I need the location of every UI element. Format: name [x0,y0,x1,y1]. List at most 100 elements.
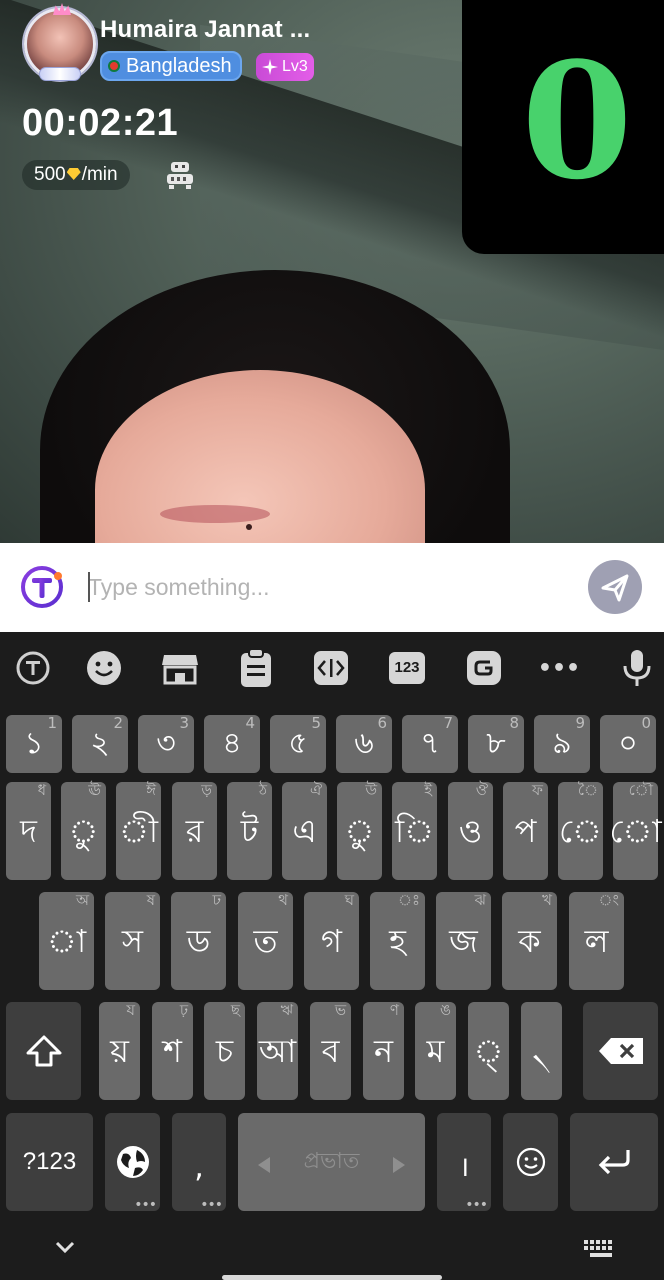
home-indicator[interactable] [222,1275,442,1280]
key-row1-9[interactable]: পফ [503,782,548,880]
key-row2-3[interactable]: তথ [238,892,293,990]
key-alt-label: ৌ [628,781,653,799]
key-row3-1[interactable]: শ ঢ় [152,1002,193,1100]
key-alt-label: ফ [532,781,543,799]
key-row1-1[interactable]: ু ঊ [61,782,106,880]
key-number_row-6[interactable]: ৭7 [402,715,458,773]
key-row2-7[interactable]: কখ [502,892,557,990]
avatar[interactable] [24,3,96,81]
key-number_row-3[interactable]: ৪4 [204,715,260,773]
translate-logo-icon[interactable] [18,563,66,611]
key-number_row-9[interactable]: ০0 [600,715,656,773]
comma-key[interactable]: , ••• [172,1113,226,1212]
key-row3-5[interactable]: নণ [363,1002,404,1100]
language-key[interactable]: ••• [105,1113,160,1212]
key-more-indicator: ••• [465,1197,488,1213]
key-row3-4[interactable]: বভ [310,1002,351,1100]
key-alt-label: ঝ [474,891,486,909]
key-number_row-1[interactable]: ২2 [72,715,128,773]
chevron-down-icon[interactable] [52,1234,78,1260]
key-row1-6[interactable]: ু উ [337,782,382,880]
key-label: ্ [473,1032,504,1070]
symbols-key[interactable]: ?123 [6,1113,93,1211]
key-row2-1[interactable]: সষ [105,892,160,990]
key-label: ে [559,812,602,850]
key-row3-7[interactable]: ্ [468,1002,509,1100]
key-number_row-4[interactable]: ৫5 [270,715,326,773]
emoji-key[interactable] [503,1113,558,1211]
shift-icon [26,1035,61,1067]
key-row1-0[interactable]: দধ [6,782,51,880]
space-key-label: প্রভাত [303,1148,360,1174]
danda-key[interactable]: । ••• [437,1113,491,1213]
key-label: ৭ [420,726,440,761]
self-preview[interactable]: 0 [462,0,664,254]
cursor-right-icon [393,1157,405,1173]
key-label: া [46,922,87,960]
key-row1-7[interactable]: ি ই [392,782,437,880]
mic-icon[interactable] [615,646,659,690]
key-row3-8[interactable]: ৲ [521,1002,562,1100]
call-rate: 500/min [22,160,130,190]
store-icon[interactable] [158,646,202,690]
key-row3-2[interactable]: চছ [204,1002,245,1100]
message-input[interactable] [88,567,558,607]
sparkle-icon [262,59,278,75]
key-number_row-7[interactable]: ৮8 [468,715,524,773]
key-alt-label: ঃ [397,891,420,909]
shift-key[interactable] [6,1002,81,1100]
key-row3-6[interactable]: মঙ [415,1002,456,1100]
key-row1-5[interactable]: এঐ [282,782,327,880]
key-row2-4[interactable]: গঘ [304,892,359,990]
key-row1-3[interactable]: র ড় [172,782,217,880]
key-row3-3[interactable]: আঋ [257,1002,298,1100]
key-row2-6[interactable]: জঝ [436,892,491,990]
keyboard-switch-icon[interactable] [582,1238,618,1260]
gif-icon[interactable] [462,646,506,690]
key-label: এ [292,812,317,850]
key-row1-4[interactable]: টঠ [227,782,272,880]
key-row1-2[interactable]: ী ঈ [116,782,161,880]
system-nav-bar [0,1222,664,1280]
key-row2-2[interactable]: ডঢ [171,892,226,990]
key-alt-label: ঐ [309,781,322,799]
country-label: Bangladesh [126,55,232,77]
key-label: ু [68,812,99,850]
numpad-icon[interactable]: 123 [385,646,429,690]
key-number_row-0[interactable]: ১1 [6,715,62,773]
key-row3-0[interactable]: য় য [99,1002,140,1100]
screen: Humaira Jannat ... Bangladesh Lv3 00:02:… [0,0,664,1280]
level-label: Lv3 [282,58,308,75]
key-row2-8[interactable]: লং [569,892,624,990]
key-number_row-5[interactable]: ৬6 [336,715,392,773]
text-edit-icon[interactable] [309,646,353,690]
clipboard-icon[interactable] [234,646,278,690]
key-label: স [121,922,144,960]
key-row2-0[interactable]: া অ [39,892,94,990]
key-number_row-8[interactable]: ৯9 [534,715,590,773]
key-label: গ [321,922,342,960]
key-alt-label: ং [598,891,619,909]
robot-icon[interactable] [163,160,197,190]
space-key[interactable]: প্রভাত [238,1113,425,1211]
key-label: ি [394,812,435,850]
backspace-key[interactable] [583,1002,658,1100]
caller-name[interactable]: Humaira Jannat ... [100,16,310,44]
key-label: ু [344,812,375,850]
enter-key[interactable] [570,1113,658,1211]
key-row1-10[interactable]: েৈ [558,782,603,880]
key-row1-8[interactable]: ওঔ [448,782,493,880]
key-label: ম [426,1032,445,1070]
key-number_row-2[interactable]: ৩3 [138,715,194,773]
key-label: ব [321,1032,340,1070]
key-label: ২ [90,726,110,761]
send-button[interactable] [588,560,642,614]
key-row2-5[interactable]: হঃ [370,892,425,990]
emoji-icon[interactable] [82,646,126,690]
symbols-key-label: ?123 [22,1148,77,1175]
more-icon[interactable]: ••• [537,646,581,690]
key-alt-label: 8 [509,714,519,732]
translate-icon[interactable] [11,646,55,690]
globe-icon [116,1146,149,1178]
key-row1-11[interactable]: োৌ [609,781,662,880]
